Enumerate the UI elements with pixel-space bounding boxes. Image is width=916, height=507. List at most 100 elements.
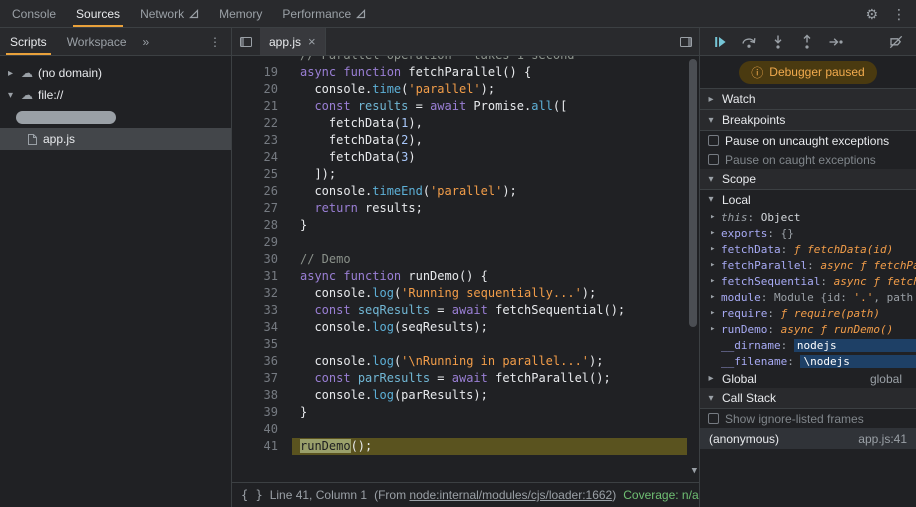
more-options-icon[interactable]: ⋮ <box>892 7 906 21</box>
scope-var-filename[interactable]: __filename: \nodejs <box>700 353 916 369</box>
callstack-section-header[interactable]: ▾ Call Stack <box>700 388 916 409</box>
editor-options-icon[interactable] <box>679 28 699 55</box>
disclosure-right-icon[interactable]: ▸ <box>710 244 721 254</box>
step-button[interactable] <box>828 34 844 50</box>
scope-var-runDemo[interactable]: ▸runDemo: async ƒ runDemo() <box>700 321 916 337</box>
line-number[interactable]: 26 <box>232 183 292 200</box>
editor-scrollbar[interactable]: ▼ <box>687 56 699 482</box>
line-number[interactable]: 35 <box>232 336 292 353</box>
code-line-21[interactable]: 21 const results = await Promise.all([ <box>232 98 687 115</box>
coverage-status[interactable]: Coverage: n/a <box>623 488 698 502</box>
callstack-frame[interactable]: (anonymous) app.js:41 <box>700 428 916 449</box>
code-line-30[interactable]: 30// Demo <box>232 251 687 268</box>
settings-icon[interactable]: ⚙ <box>865 7 878 21</box>
scope-var-this[interactable]: ▸this: Object <box>700 209 916 225</box>
line-number[interactable]: 38 <box>232 387 292 404</box>
tab-workspace[interactable]: Workspace <box>57 28 137 55</box>
line-number[interactable]: 19 <box>232 64 292 81</box>
disclosure-right-icon[interactable]: ▸ <box>5 68 16 79</box>
code-line-20[interactable]: 20 console.time('parallel'); <box>232 81 687 98</box>
code-line-29[interactable]: 29 <box>232 234 687 251</box>
resume-button[interactable] <box>712 34 728 50</box>
code-line-31[interactable]: 31async function runDemo() { <box>232 268 687 285</box>
line-number[interactable]: 27 <box>232 200 292 217</box>
scope-var-fetchData[interactable]: ▸fetchData: ƒ fetchData(id) <box>700 241 916 257</box>
code-line-37[interactable]: 37 const parResults = await fetchParalle… <box>232 370 687 387</box>
scope-var-fetchParallel[interactable]: ▸fetchParallel: async ƒ fetchParallel() <box>700 257 916 273</box>
tree-item-app-js[interactable]: app.js <box>0 128 231 150</box>
loader-link[interactable]: node:internal/modules/cjs/loader:1662 <box>409 488 612 502</box>
tree-item-file-domain[interactable]: ▾☁file:// <box>0 84 231 106</box>
tab-scripts[interactable]: Scripts <box>0 28 57 55</box>
tree-item-redacted-folder[interactable] <box>0 106 231 128</box>
code-line-33[interactable]: 33 const seqResults = await fetchSequent… <box>232 302 687 319</box>
scrollbar-thumb[interactable] <box>689 59 697 327</box>
code-line-22[interactable]: 22 fetchData(1), <box>232 115 687 132</box>
step-into-button[interactable] <box>770 34 786 50</box>
disclosure-right-icon[interactable]: ▸ <box>710 228 721 238</box>
close-tab-icon[interactable]: × <box>308 34 316 49</box>
disclosure-right-icon[interactable]: ▸ <box>710 212 721 222</box>
line-number[interactable]: 34 <box>232 319 292 336</box>
code-line-40[interactable]: 40 <box>232 421 687 438</box>
scope-section-header[interactable]: ▾ Scope <box>700 169 916 190</box>
editor-tab-app-js[interactable]: app.js × <box>260 28 326 55</box>
disclosure-right-icon[interactable]: ▸ <box>710 308 721 318</box>
scope-var-dirname[interactable]: __dirname: nodejs <box>700 337 916 353</box>
line-number[interactable]: 41 <box>232 438 292 455</box>
code-line-19[interactable]: 19async function fetchParallel() { <box>232 64 687 81</box>
code-line-32[interactable]: 32 console.log('Running sequentially...'… <box>232 285 687 302</box>
line-number[interactable]: 30 <box>232 251 292 268</box>
toggle-navigator-icon[interactable] <box>232 28 260 55</box>
disclosure-right-icon[interactable]: ▸ <box>710 324 721 334</box>
tab-memory[interactable]: Memory <box>209 0 272 27</box>
disclosure-right-icon[interactable]: ▸ <box>710 260 721 270</box>
ignore-listed-checkbox[interactable] <box>708 413 719 424</box>
line-number[interactable]: 32 <box>232 285 292 302</box>
code-line-38[interactable]: 38 console.log(parResults); <box>232 387 687 404</box>
scope-var-require[interactable]: ▸require: ƒ require(path) <box>700 305 916 321</box>
line-number[interactable]: 36 <box>232 353 292 370</box>
line-number[interactable]: 28 <box>232 217 292 234</box>
disclosure-right-icon[interactable]: ▸ <box>710 276 721 286</box>
code-line-41[interactable]: 41runDemo(); <box>232 438 687 455</box>
scope-var-module[interactable]: ▸module: Module {id: '.', path <box>700 289 916 305</box>
tab-performance[interactable]: Performance <box>272 0 376 27</box>
line-number[interactable]: 29 <box>232 234 292 251</box>
line-number[interactable]: 39 <box>232 404 292 421</box>
pause-uncaught-row[interactable]: Pause on uncaught exceptions <box>700 131 916 150</box>
line-number[interactable]: 31 <box>232 268 292 285</box>
code-line-39[interactable]: 39} <box>232 404 687 421</box>
code-line-clipped[interactable]: // Parallel operation — takes 1 second <box>232 56 687 64</box>
tree-item-no-domain[interactable]: ▸☁(no domain) <box>0 62 231 84</box>
tab-overflow-icon[interactable]: » <box>137 28 156 55</box>
code-line-26[interactable]: 26 console.timeEnd('parallel'); <box>232 183 687 200</box>
breakpoints-section-header[interactable]: ▾ Breakpoints <box>700 110 916 131</box>
pause-caught-row[interactable]: Pause on caught exceptions <box>700 150 916 169</box>
scope-local-header[interactable]: ▾ Local <box>700 190 916 209</box>
disclosure-right-icon[interactable]: ▸ <box>710 292 721 302</box>
line-number[interactable]: 23 <box>232 132 292 149</box>
tab-console[interactable]: Console <box>2 0 66 27</box>
line-number[interactable]: 24 <box>232 149 292 166</box>
pause-caught-checkbox[interactable] <box>708 154 719 165</box>
step-out-button[interactable] <box>799 34 815 50</box>
line-number[interactable]: 37 <box>232 370 292 387</box>
scope-var-exports[interactable]: ▸exports: {} <box>700 225 916 241</box>
line-number[interactable]: 33 <box>232 302 292 319</box>
code-line-27[interactable]: 27 return results; <box>232 200 687 217</box>
watch-section-header[interactable]: ▸ Watch <box>700 89 916 110</box>
navigator-menu-icon[interactable]: ⋮ <box>199 28 231 55</box>
tab-sources[interactable]: Sources <box>66 0 130 27</box>
code-line-23[interactable]: 23 fetchData(2), <box>232 132 687 149</box>
tab-network[interactable]: Network <box>130 0 209 27</box>
code-editor[interactable]: // Parallel operation — takes 1 second19… <box>232 56 699 482</box>
line-number[interactable]: 22 <box>232 115 292 132</box>
code-line-35[interactable]: 35 <box>232 336 687 353</box>
scope-global-header[interactable]: ▸ Global global <box>700 369 916 388</box>
code-line-34[interactable]: 34 console.log(seqResults); <box>232 319 687 336</box>
line-number[interactable]: 21 <box>232 98 292 115</box>
line-number[interactable]: 40 <box>232 421 292 438</box>
scroll-down-icon[interactable]: ▼ <box>692 463 697 480</box>
line-number[interactable]: 25 <box>232 166 292 183</box>
